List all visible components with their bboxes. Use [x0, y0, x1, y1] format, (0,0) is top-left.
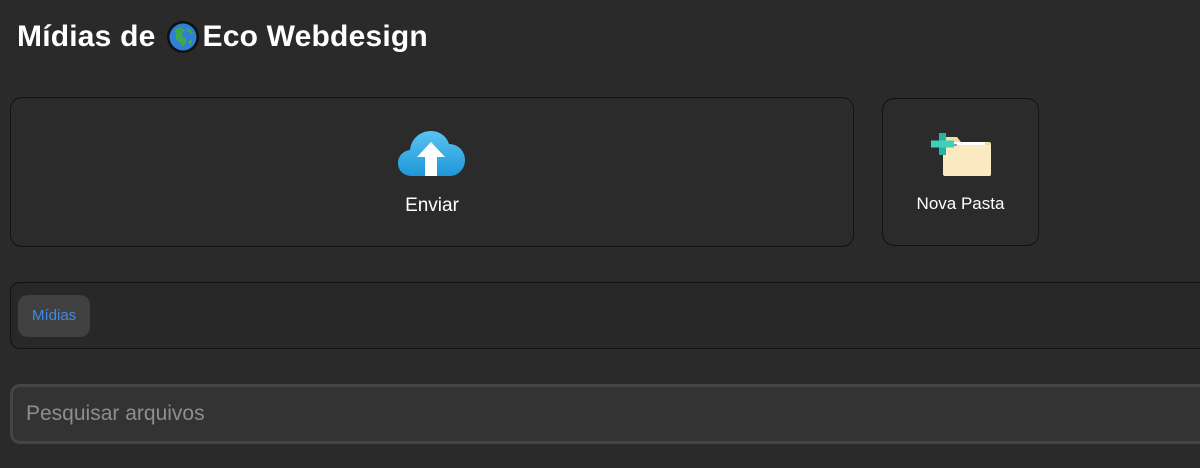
globe-icon [166, 20, 200, 54]
media-page: Mídias de Eco Webdesign Enviar Nova Past… [0, 0, 1200, 468]
cloud-upload-icon [398, 128, 466, 183]
new-folder-button[interactable]: Nova Pasta [882, 98, 1039, 246]
page-title: Mídias de Eco Webdesign [17, 17, 428, 57]
search-input[interactable] [10, 384, 1200, 444]
upload-label: Enviar [405, 194, 459, 216]
upload-button[interactable]: Enviar [10, 97, 854, 247]
new-folder-icon [929, 131, 993, 182]
new-folder-label: Nova Pasta [916, 193, 1005, 213]
breadcrumb-item-midias[interactable]: Mídias [18, 294, 91, 337]
title-suffix: Eco Webdesign [202, 20, 428, 53]
breadcrumb: Mídias [10, 282, 1200, 349]
title-prefix: Mídias de [17, 20, 156, 53]
